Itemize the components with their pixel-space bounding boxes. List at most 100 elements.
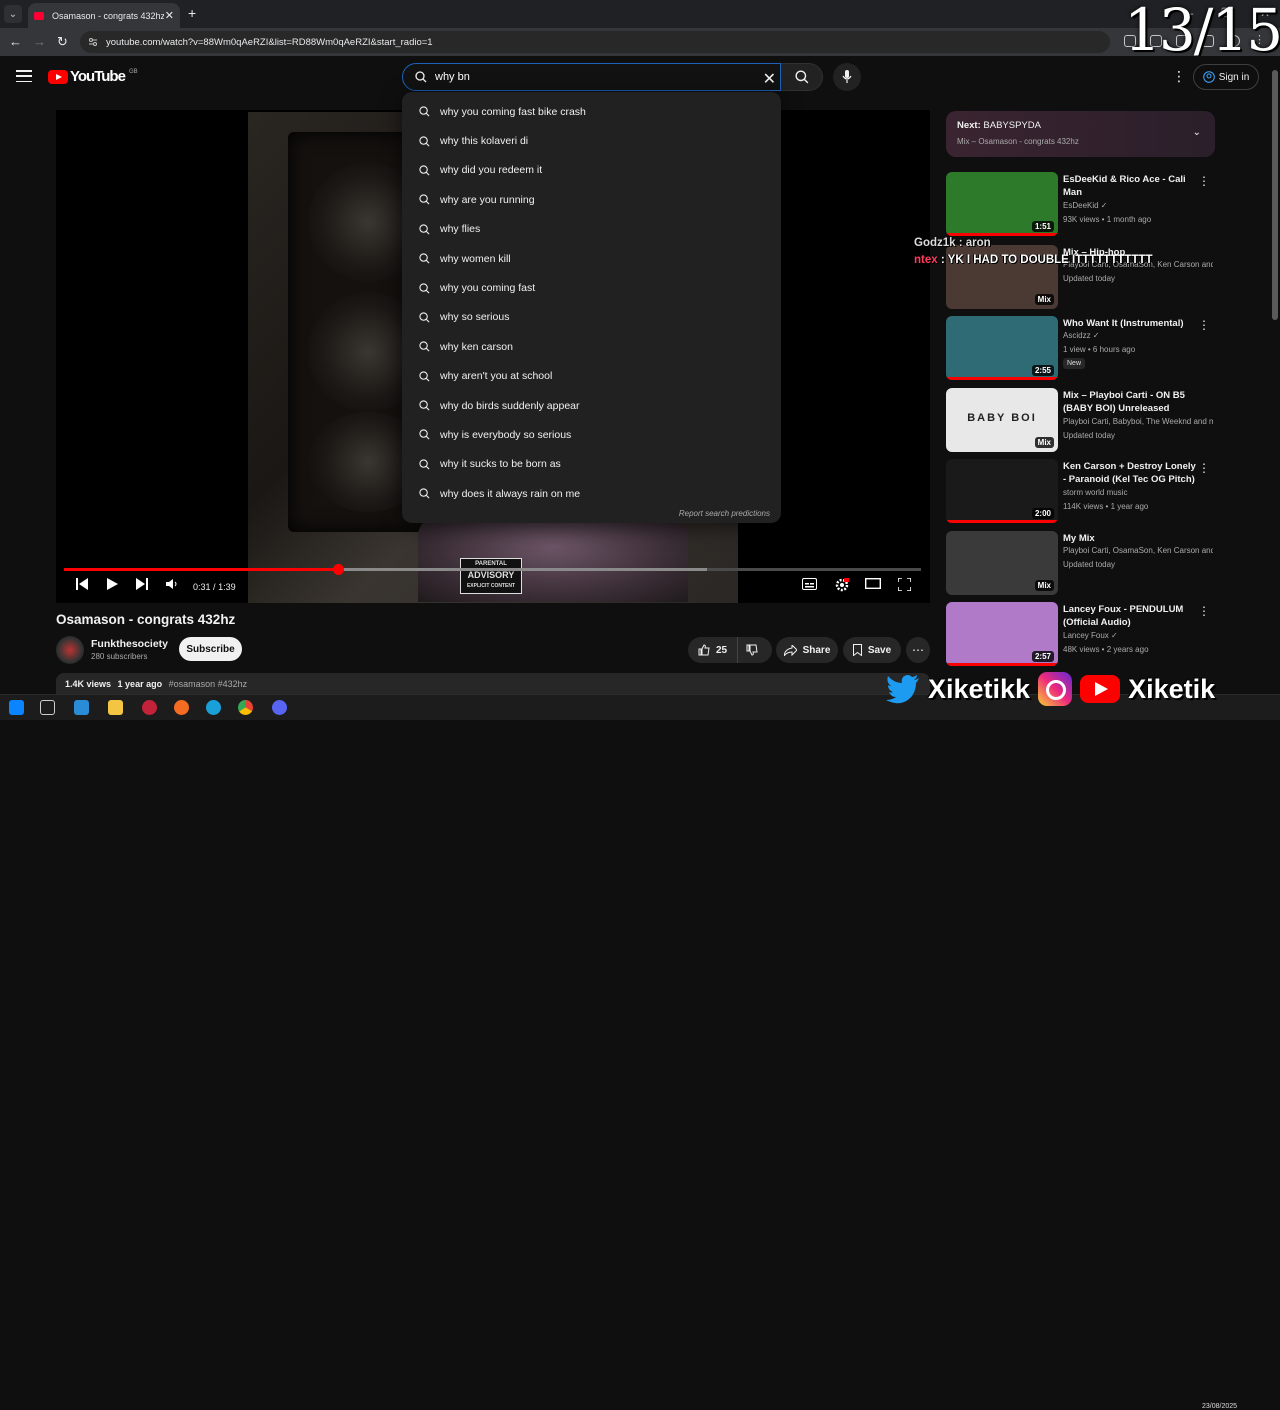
up-next-mix-panel[interactable]: Next: BABYSPYDA Mix – Osamason - congrat… (946, 111, 1215, 157)
play-icon[interactable] (107, 578, 118, 590)
report-predictions-link[interactable]: Report search predictions (679, 509, 770, 518)
subtitles-icon[interactable] (802, 578, 817, 590)
start-windows-icon[interactable] (9, 700, 24, 715)
page-scrollbar[interactable] (1272, 70, 1278, 320)
save-button[interactable]: Save (843, 637, 901, 663)
subscribe-button[interactable]: Subscribe (179, 637, 242, 661)
site-info-icon[interactable] (88, 37, 98, 47)
next-video-name: BABYSPYDA (983, 120, 1041, 131)
more-actions-icon[interactable]: ⋯ (906, 637, 930, 663)
suggestion-text: why do birds suddenly appear (440, 399, 580, 412)
video-thumbnail[interactable]: 2:57 (946, 602, 1058, 666)
search-icon (419, 312, 430, 323)
thumbs-down-icon (746, 644, 758, 656)
store-icon[interactable] (74, 700, 89, 715)
recommendation-item[interactable]: 2:55 Who Want It (Instrumental) Ascidzz ✓ 1… (946, 316, 1214, 380)
suggestion-item[interactable]: why are you running (402, 185, 781, 214)
video-thumbnail[interactable]: BABY BOI Mix (946, 388, 1058, 452)
recommendation-item[interactable]: 2:00 Ken Carson + Destroy Lonely - Parano… (946, 459, 1214, 523)
tab-title: Osamason - congrats 432hz - Y (52, 10, 164, 21)
suggestion-item[interactable]: why do birds suddenly appear (402, 391, 781, 420)
duration-badge: Mix (1034, 294, 1054, 305)
player-controls: 0:31 / 1:39 (56, 576, 930, 598)
recommendation-item[interactable]: 2:57 Lancey Foux - PENDULUM (Official Aud… (946, 602, 1214, 666)
suggestion-item[interactable]: why so serious (402, 303, 781, 332)
suggestion-item[interactable]: why women kill (402, 244, 781, 273)
recommendation-channel: EsDeeKid ✓ (1063, 201, 1108, 210)
suggestion-item[interactable]: why does it always rain on me (402, 479, 781, 508)
search-button[interactable] (781, 63, 823, 91)
recommendation-item[interactable]: 1:51 EsDeeKid & Rico Ace - Cali Man EsDeeK… (946, 172, 1214, 236)
sign-in-button[interactable]: Sign in (1193, 64, 1259, 90)
recommendation-channel: Playboi Carti, Babyboi, The Weeknd and m… (1063, 417, 1213, 426)
more-actions-icon[interactable]: ⋮ (1198, 461, 1210, 475)
hamburger-menu-icon[interactable] (16, 70, 32, 82)
next-icon[interactable] (136, 578, 148, 590)
chrome-icon[interactable] (238, 700, 253, 715)
suggestion-item[interactable]: why this kolaveri di (402, 126, 781, 155)
voice-search-button[interactable] (833, 63, 861, 91)
youtube-logo[interactable]: YouTube GB (48, 68, 138, 85)
tab-search-button[interactable]: ⌄ (4, 5, 22, 23)
video-thumbnail[interactable]: Mix (946, 531, 1058, 595)
file-explorer-icon[interactable] (108, 700, 123, 715)
recommendation-item[interactable]: Mix My Mix Playboi Carti, OsamaSon, Ken Ca… (946, 531, 1214, 595)
more-actions-icon[interactable]: ⋮ (1198, 318, 1210, 332)
app-icon[interactable] (174, 700, 189, 715)
theater-mode-icon[interactable] (865, 578, 881, 589)
suggestion-item[interactable]: why did you redeem it (402, 156, 781, 185)
more-actions-icon[interactable]: ⋮ (1198, 604, 1210, 618)
suggestion-item[interactable]: why ken carson (402, 332, 781, 361)
suggestion-item[interactable]: why it sucks to be born as (402, 450, 781, 479)
bookmark-icon (852, 644, 862, 656)
task-view-icon[interactable] (40, 700, 55, 715)
edge-icon[interactable] (206, 700, 221, 715)
recommendation-title: Lancey Foux - PENDULUM (Official Audio) (1063, 604, 1184, 628)
thumbs-up-icon (698, 644, 710, 656)
new-tab-button[interactable]: + (188, 5, 196, 21)
search-icon (419, 165, 430, 176)
fullscreen-icon[interactable] (898, 578, 911, 591)
channel-avatar[interactable] (56, 636, 84, 664)
suggestion-item[interactable]: why you coming fast (402, 273, 781, 302)
video-thumbnail[interactable]: 2:00 (946, 459, 1058, 523)
more-actions-icon[interactable]: ⋮ (1198, 174, 1210, 188)
active-tab[interactable]: Osamason - congrats 432hz - Y ✕ (28, 3, 180, 28)
suggestion-item[interactable]: why flies (402, 215, 781, 244)
brand-name: Xiketikk (928, 673, 1031, 704)
settings-more-icon[interactable]: ⋮ (1172, 68, 1186, 85)
recommendation-title: Ken Carson + Destroy Lonely - Paranoid (… (1063, 461, 1196, 485)
channel-name[interactable]: Funkthesociety (91, 638, 168, 650)
suggestion-item[interactable]: why is everybody so serious (402, 420, 781, 449)
reload-icon[interactable]: ↻ (57, 34, 68, 50)
hashtags[interactable]: #osamason #432hz (169, 679, 248, 689)
forward-icon[interactable]: → (33, 34, 46, 49)
suggestion-item[interactable]: why you coming fast bike crash (402, 97, 781, 126)
view-count: 1.4K views (65, 679, 112, 689)
clear-search-icon[interactable]: ✕ (763, 69, 776, 89)
video-thumbnail[interactable]: 1:51 (946, 172, 1058, 236)
like-dislike-group: 25 (688, 637, 772, 663)
volume-icon[interactable] (166, 578, 178, 590)
share-button[interactable]: Share (776, 637, 838, 663)
played-bar (64, 568, 339, 571)
previous-icon[interactable] (76, 578, 88, 590)
back-icon[interactable]: ← (9, 34, 22, 49)
app-icon[interactable] (142, 700, 157, 715)
address-bar[interactable]: youtube.com/watch?v=88Wm0qAeRZI&list=RD8… (80, 31, 1110, 53)
video-thumbnail[interactable]: 2:55 (946, 316, 1058, 380)
search-input[interactable] (435, 71, 735, 83)
duration-badge: Mix (1034, 437, 1054, 448)
search-box[interactable]: ✕ (402, 63, 781, 91)
settings-gear-icon[interactable] (835, 578, 849, 592)
dislike-button[interactable] (738, 644, 758, 656)
recommendation-item[interactable]: BABY BOI Mix Mix – Playboi Carti - ON B5 (… (946, 388, 1214, 452)
search-icon (419, 194, 430, 205)
discord-icon[interactable] (272, 700, 287, 715)
chevron-down-icon[interactable]: ⌄ (1193, 127, 1201, 138)
like-button[interactable]: 25 (688, 637, 739, 663)
suggestion-item[interactable]: why aren't you at school (402, 362, 781, 391)
watched-progress-bar (946, 233, 1058, 236)
progress-bar[interactable] (64, 564, 921, 575)
tab-close-icon[interactable]: ✕ (165, 9, 174, 22)
